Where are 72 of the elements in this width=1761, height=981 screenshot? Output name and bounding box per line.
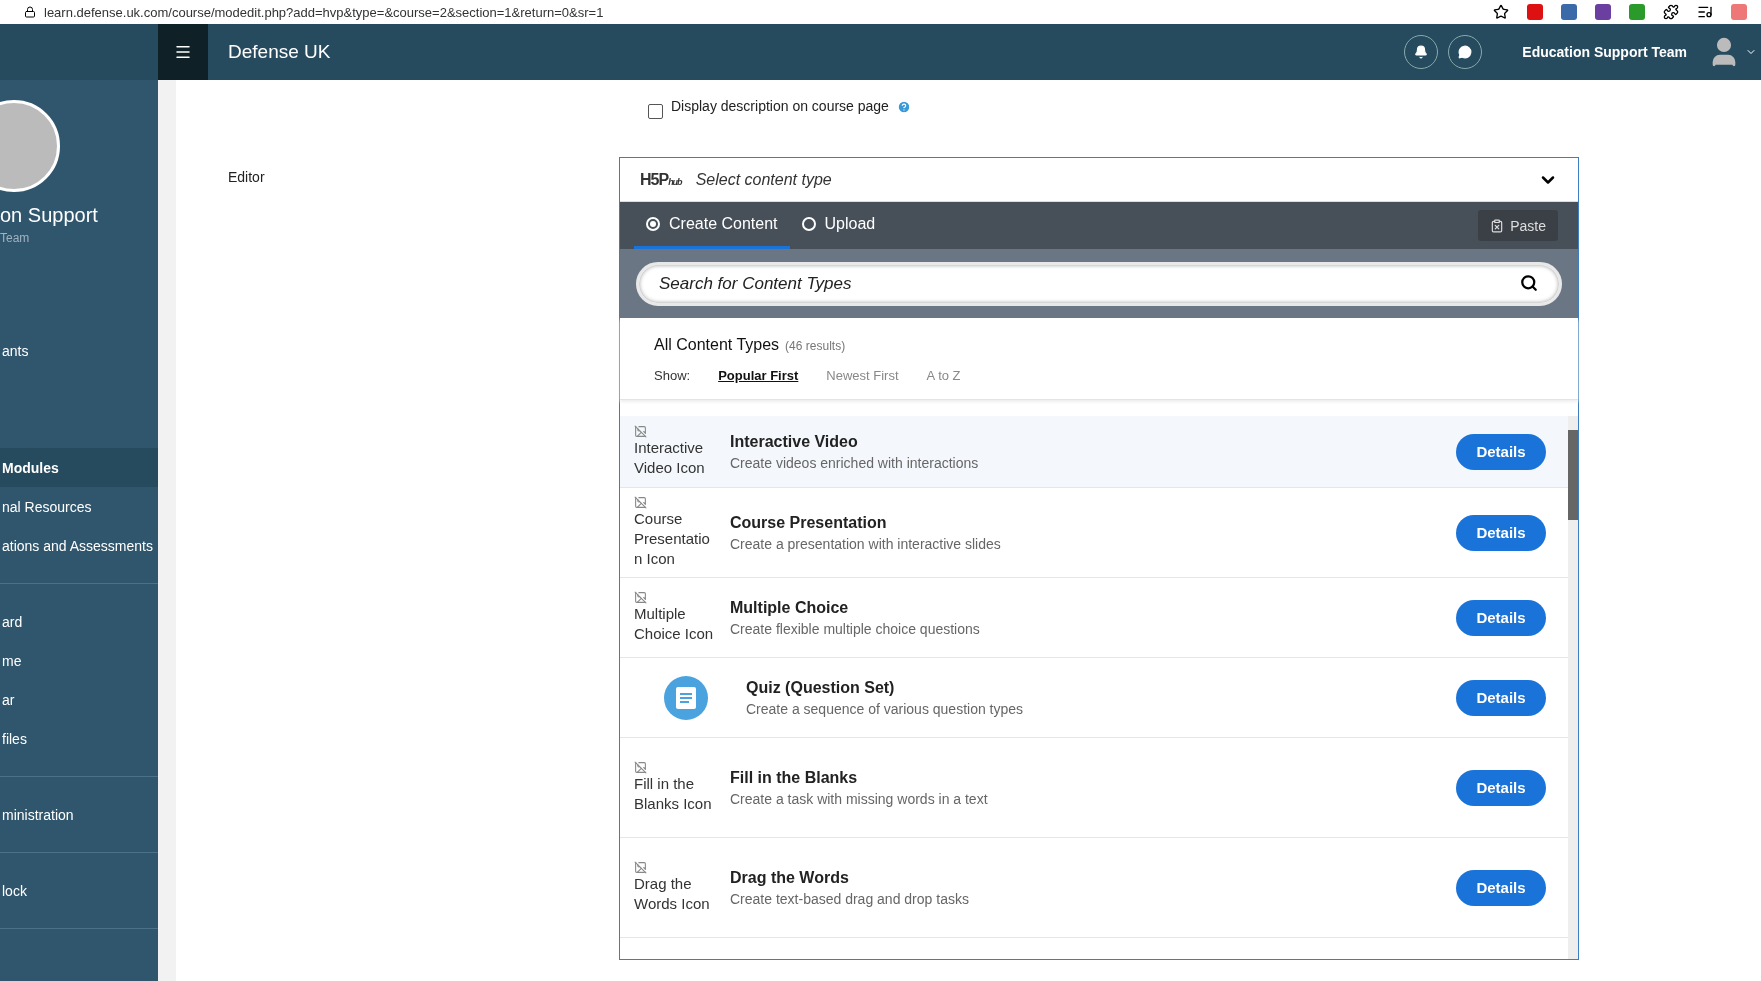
list-heading: All Content Types [654, 336, 780, 353]
broken-image-icon [634, 425, 647, 438]
content-type-title: Interactive Video [730, 432, 859, 451]
details-button[interactable]: Details [1456, 433, 1546, 470]
image-alt-text: Multiple Choice Icon [634, 604, 715, 644]
sidebar-user-role: Team [0, 231, 31, 245]
result-count: (46 results) [785, 339, 846, 353]
messages-button[interactable] [1448, 35, 1483, 69]
content-type-title: Drag the Words [730, 868, 850, 887]
sidebar-nav-item[interactable]: me [0, 641, 158, 680]
sidebar-nav-item[interactable]: files [0, 719, 158, 758]
sidebar-user-name: on Support [0, 204, 99, 227]
puzzle-icon[interactable] [1663, 4, 1679, 20]
hub-logo: H5Phub [640, 170, 682, 189]
sidebar-nav-item[interactable]: ar [0, 680, 158, 719]
details-button[interactable]: Details [1456, 769, 1546, 806]
content-type-description: Create flexible multiple choice questions [730, 620, 981, 637]
sidebar-nav-item[interactable]: ministration [0, 795, 158, 834]
sidebar-nav-item[interactable]: Modules [0, 448, 158, 487]
content-type-row[interactable]: Interactive Video Icon Interactive Video Create videos enriched with interactions Details [620, 416, 1568, 488]
site-name[interactable]: Defense UK [228, 41, 1405, 63]
editor-label: Editor [227, 168, 266, 187]
content-type-description: Create text-based drag and drop tasks [730, 890, 970, 907]
checkbox-label: Display description on course page [671, 98, 889, 114]
content-type-description: Create a sequence of various question types [746, 700, 1025, 717]
sidebar-nav-item[interactable]: ations and Assessments [0, 526, 158, 565]
lock-icon [24, 6, 36, 18]
address-bar-url[interactable]: learn.defense.uk.com/course/modedit.php?add=hvp&type=&course=2&section=1&return=0&sr=1 [44, 4, 1485, 20]
help-icon[interactable] [896, 100, 911, 114]
document-icon [664, 675, 708, 720]
sidebar-nav-item[interactable]: ard [0, 602, 158, 641]
user-name[interactable]: Education Support Team [1522, 44, 1687, 60]
content-type-description: Create a presentation with interactive slides [730, 535, 1002, 552]
broken-image-icon [634, 761, 647, 774]
media-list-icon[interactable] [1697, 4, 1713, 20]
content-type-title: Multiple Choice [730, 598, 850, 617]
content-type-title: Course Presentation [730, 513, 888, 532]
sidebar-nav-item[interactable]: nal Resources [0, 487, 158, 526]
content-type-description: Create videos enriched with interactions [730, 454, 980, 471]
content-type-description: Create a task with missing words in a text [730, 790, 989, 807]
sidebar-nav-item[interactable]: lock [0, 871, 158, 910]
sort-link[interactable]: A to Z [926, 368, 961, 383]
broken-image-icon [634, 861, 647, 874]
image-alt-text: Fill in the Blanks Icon [634, 774, 713, 814]
tab[interactable]: Upload [789, 202, 888, 249]
menu-button[interactable] [158, 24, 208, 80]
selector-title[interactable]: Select content type [695, 170, 1538, 189]
clipboard-icon[interactable] [1490, 218, 1505, 233]
content-type-title: Quiz (Question Set) [746, 678, 896, 697]
bookmark-star-icon[interactable] [1493, 4, 1509, 20]
paste-button[interactable]: Paste [1478, 210, 1558, 241]
sidebar-nav-item[interactable]: ants [0, 331, 158, 370]
details-button[interactable]: Details [1456, 679, 1546, 716]
show-label: Show: [654, 368, 691, 383]
content-type-title: Fill in the Blanks [730, 768, 859, 787]
scrollbar[interactable] [1568, 416, 1578, 959]
image-alt-text: Interactive Video Icon [634, 438, 706, 478]
search-field[interactable]: Search for Content Types [636, 261, 1562, 306]
sort-link[interactable]: Newest First [826, 368, 899, 383]
bell-icon[interactable] [1414, 45, 1429, 59]
chat-bubble-icon[interactable] [1458, 45, 1473, 59]
details-button[interactable]: Details [1456, 869, 1546, 906]
menu-icon[interactable] [174, 43, 192, 61]
broken-image-icon [634, 496, 647, 509]
image-alt-text: Course Presentation Icon [634, 509, 711, 569]
details-button[interactable]: Details [1456, 599, 1546, 636]
search-icon[interactable] [1520, 274, 1538, 292]
details-button[interactable]: Details [1456, 514, 1546, 551]
sort-link[interactable]: Popular First [718, 368, 799, 383]
image-alt-text: Drag the Words Icon [634, 874, 711, 914]
checkbox[interactable] [648, 104, 663, 119]
broken-image-icon [634, 591, 647, 604]
